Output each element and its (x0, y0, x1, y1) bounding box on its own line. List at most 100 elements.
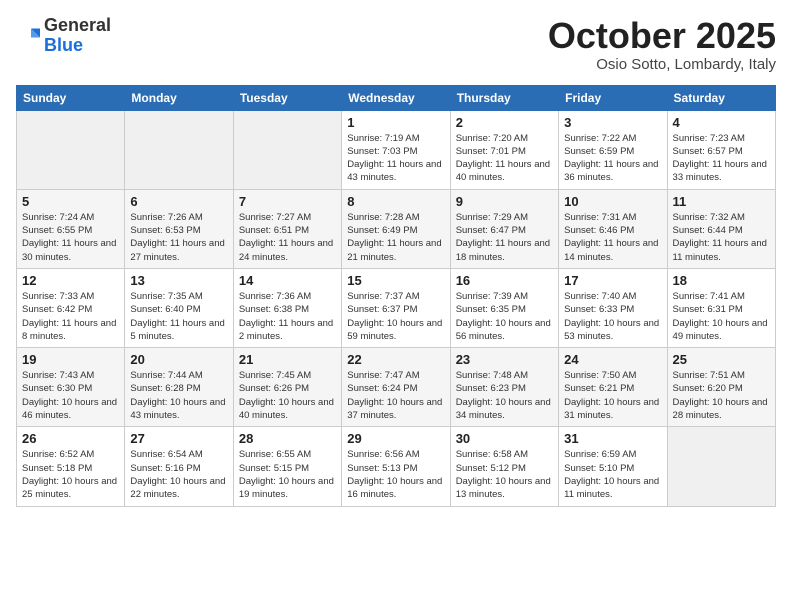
calendar-cell: 21 Sunrise: 7:45 AM Sunset: 6:26 PM Dayli… (233, 348, 341, 427)
day-number: 2 (456, 115, 553, 130)
day-number: 6 (130, 194, 227, 209)
calendar-cell: 16 Sunrise: 7:39 AM Sunset: 6:35 PM Dayli… (450, 268, 558, 347)
day-info: Sunrise: 7:48 AM Sunset: 6:23 PM Dayligh… (456, 369, 553, 422)
month-title: October 2025 (548, 16, 776, 56)
day-number: 28 (239, 431, 336, 446)
calendar-week-row: 26 Sunrise: 6:52 AM Sunset: 5:18 PM Dayli… (17, 427, 776, 506)
day-info: Sunrise: 7:43 AM Sunset: 6:30 PM Dayligh… (22, 369, 119, 422)
day-info: Sunrise: 7:26 AM Sunset: 6:53 PM Dayligh… (130, 211, 227, 264)
day-number: 8 (347, 194, 444, 209)
calendar-cell: 15Sunrise: 7:37 AM Sunset: 6:37 PM Dayli… (342, 268, 450, 347)
calendar-cell: 17 Sunrise: 7:40 AM Sunset: 6:33 PM Dayli… (559, 268, 667, 347)
weekday-header-thursday: Thursday (450, 85, 558, 110)
calendar-cell: 12Sunrise: 7:33 AM Sunset: 6:42 PM Dayli… (17, 268, 125, 347)
calendar-cell: 23 Sunrise: 7:48 AM Sunset: 6:23 PM Dayli… (450, 348, 558, 427)
day-info: Sunrise: 7:51 AM Sunset: 6:20 PM Dayligh… (673, 369, 770, 422)
calendar-cell (17, 110, 125, 189)
calendar-cell: 9 Sunrise: 7:29 AM Sunset: 6:47 PM Daylig… (450, 189, 558, 268)
day-number: 14 (239, 273, 336, 288)
page-header: General Blue October 2025 Osio Sotto, Lo… (16, 16, 776, 73)
calendar-cell: 11 Sunrise: 7:32 AM Sunset: 6:44 PM Dayli… (667, 189, 775, 268)
day-number: 13 (130, 273, 227, 288)
day-info: Sunrise: 7:40 AM Sunset: 6:33 PM Dayligh… (564, 290, 661, 343)
calendar-cell: 3Sunrise: 7:22 AM Sunset: 6:59 PM Daylig… (559, 110, 667, 189)
calendar-cell: 27Sunrise: 6:54 AM Sunset: 5:16 PM Dayli… (125, 427, 233, 506)
calendar-cell: 18Sunrise: 7:41 AM Sunset: 6:31 PM Dayli… (667, 268, 775, 347)
calendar-week-row: 12Sunrise: 7:33 AM Sunset: 6:42 PM Dayli… (17, 268, 776, 347)
title-block: October 2025 Osio Sotto, Lombardy, Italy (548, 16, 776, 73)
weekday-header-sunday: Sunday (17, 85, 125, 110)
day-info: Sunrise: 7:45 AM Sunset: 6:26 PM Dayligh… (239, 369, 336, 422)
day-number: 27 (130, 431, 227, 446)
day-info: Sunrise: 7:28 AM Sunset: 6:49 PM Dayligh… (347, 211, 444, 264)
calendar-cell (667, 427, 775, 506)
weekday-header-wednesday: Wednesday (342, 85, 450, 110)
day-number: 26 (22, 431, 119, 446)
calendar-cell: 30 Sunrise: 6:58 AM Sunset: 5:12 PM Dayli… (450, 427, 558, 506)
day-info: Sunrise: 7:31 AM Sunset: 6:46 PM Dayligh… (564, 211, 661, 264)
day-number: 16 (456, 273, 553, 288)
day-number: 10 (564, 194, 661, 209)
day-info: Sunrise: 7:47 AM Sunset: 6:24 PM Dayligh… (347, 369, 444, 422)
day-info: Sunrise: 6:58 AM Sunset: 5:12 PM Dayligh… (456, 448, 553, 501)
calendar-cell: 8 Sunrise: 7:28 AM Sunset: 6:49 PM Daylig… (342, 189, 450, 268)
day-info: Sunrise: 7:35 AM Sunset: 6:40 PM Dayligh… (130, 290, 227, 343)
calendar-cell: 26 Sunrise: 6:52 AM Sunset: 5:18 PM Dayli… (17, 427, 125, 506)
calendar-cell: 24 Sunrise: 7:50 AM Sunset: 6:21 PM Dayli… (559, 348, 667, 427)
day-info: Sunrise: 7:50 AM Sunset: 6:21 PM Dayligh… (564, 369, 661, 422)
calendar-cell: 25Sunrise: 7:51 AM Sunset: 6:20 PM Dayli… (667, 348, 775, 427)
day-info: Sunrise: 7:23 AM Sunset: 6:57 PM Dayligh… (673, 132, 770, 185)
calendar-cell: 14 Sunrise: 7:36 AM Sunset: 6:38 PM Dayli… (233, 268, 341, 347)
day-number: 30 (456, 431, 553, 446)
day-number: 4 (673, 115, 770, 130)
day-info: Sunrise: 7:44 AM Sunset: 6:28 PM Dayligh… (130, 369, 227, 422)
day-info: Sunrise: 6:59 AM Sunset: 5:10 PM Dayligh… (564, 448, 661, 501)
calendar-week-row: 5 Sunrise: 7:24 AM Sunset: 6:55 PM Daylig… (17, 189, 776, 268)
day-number: 18 (673, 273, 770, 288)
day-number: 9 (456, 194, 553, 209)
logo: General Blue (16, 16, 111, 56)
day-number: 23 (456, 352, 553, 367)
calendar-header-row: SundayMondayTuesdayWednesdayThursdayFrid… (17, 85, 776, 110)
day-number: 24 (564, 352, 661, 367)
day-info: Sunrise: 6:55 AM Sunset: 5:15 PM Dayligh… (239, 448, 336, 501)
day-info: Sunrise: 7:33 AM Sunset: 6:42 PM Dayligh… (22, 290, 119, 343)
day-info: Sunrise: 7:20 AM Sunset: 7:01 PM Dayligh… (456, 132, 553, 185)
day-info: Sunrise: 6:52 AM Sunset: 5:18 PM Dayligh… (22, 448, 119, 501)
day-number: 1 (347, 115, 444, 130)
day-number: 21 (239, 352, 336, 367)
weekday-header-saturday: Saturday (667, 85, 775, 110)
calendar-cell: 5 Sunrise: 7:24 AM Sunset: 6:55 PM Daylig… (17, 189, 125, 268)
day-number: 7 (239, 194, 336, 209)
calendar-cell: 28 Sunrise: 6:55 AM Sunset: 5:15 PM Dayli… (233, 427, 341, 506)
day-info: Sunrise: 7:36 AM Sunset: 6:38 PM Dayligh… (239, 290, 336, 343)
calendar-cell: 2 Sunrise: 7:20 AM Sunset: 7:01 PM Daylig… (450, 110, 558, 189)
calendar-week-row: 1Sunrise: 7:19 AM Sunset: 7:03 PM Daylig… (17, 110, 776, 189)
day-info: Sunrise: 7:39 AM Sunset: 6:35 PM Dayligh… (456, 290, 553, 343)
day-info: Sunrise: 7:27 AM Sunset: 6:51 PM Dayligh… (239, 211, 336, 264)
calendar-cell: 29 Sunrise: 6:56 AM Sunset: 5:13 PM Dayli… (342, 427, 450, 506)
calendar-cell: 6 Sunrise: 7:26 AM Sunset: 6:53 PM Daylig… (125, 189, 233, 268)
logo-general-text: General (44, 15, 111, 35)
day-number: 11 (673, 194, 770, 209)
day-info: Sunrise: 7:29 AM Sunset: 6:47 PM Dayligh… (456, 211, 553, 264)
calendar-cell: 4 Sunrise: 7:23 AM Sunset: 6:57 PM Daylig… (667, 110, 775, 189)
day-info: Sunrise: 7:32 AM Sunset: 6:44 PM Dayligh… (673, 211, 770, 264)
day-info: Sunrise: 7:24 AM Sunset: 6:55 PM Dayligh… (22, 211, 119, 264)
calendar-cell: 31 Sunrise: 6:59 AM Sunset: 5:10 PM Dayli… (559, 427, 667, 506)
day-info: Sunrise: 7:37 AM Sunset: 6:37 PM Dayligh… (347, 290, 444, 343)
day-number: 22 (347, 352, 444, 367)
day-number: 29 (347, 431, 444, 446)
day-number: 5 (22, 194, 119, 209)
day-number: 31 (564, 431, 661, 446)
calendar-table: SundayMondayTuesdayWednesdayThursdayFrid… (16, 85, 776, 507)
day-info: Sunrise: 7:22 AM Sunset: 6:59 PM Dayligh… (564, 132, 661, 185)
day-info: Sunrise: 6:56 AM Sunset: 5:13 PM Dayligh… (347, 448, 444, 501)
calendar-cell: 22 Sunrise: 7:47 AM Sunset: 6:24 PM Dayli… (342, 348, 450, 427)
calendar-cell: 10 Sunrise: 7:31 AM Sunset: 6:46 PM Dayli… (559, 189, 667, 268)
day-number: 19 (22, 352, 119, 367)
logo-icon (16, 24, 40, 48)
day-number: 20 (130, 352, 227, 367)
weekday-header-friday: Friday (559, 85, 667, 110)
day-number: 17 (564, 273, 661, 288)
